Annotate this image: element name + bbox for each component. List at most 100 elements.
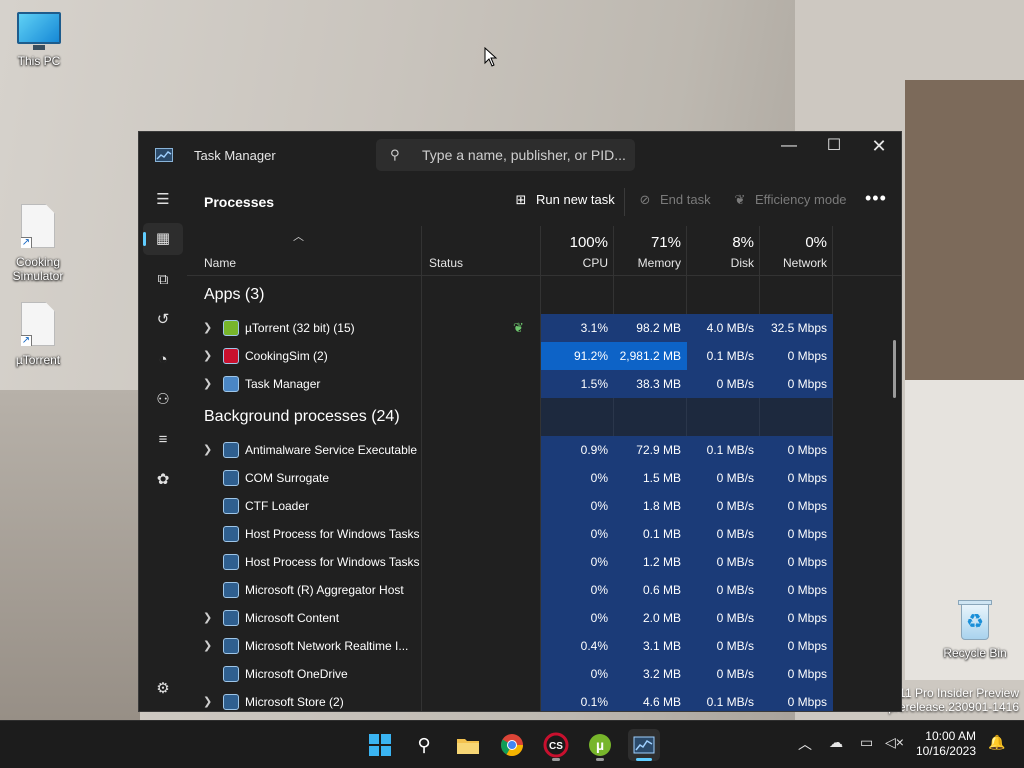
column-header-status[interactable]: Status: [429, 256, 463, 270]
memory-cell: 3.1 MB: [614, 632, 687, 660]
process-icon: [223, 666, 239, 682]
hamburger-menu-button[interactable]: ☰: [143, 184, 183, 216]
desktop-icon-label: µTorrent: [15, 353, 61, 367]
table-row[interactable]: ❯ µTorrent (32 bit) (15) ❦ 3.1% 98.2 MB 4.0 M…: [187, 314, 901, 342]
shortcut-file-icon: ↗: [21, 204, 55, 248]
table-row[interactable]: ❯ Microsoft Content 0% 2.0 MB 0 MB/s 0 Mbps: [187, 604, 901, 632]
search-icon: ⚲: [417, 735, 431, 755]
table-row[interactable]: ❯ Microsoft Network Realtime I... 0.4% 3.1 …: [187, 632, 901, 660]
title-bar[interactable]: Task Manager ⚲ Type a name, publisher, o…: [139, 132, 901, 178]
process-rows: Apps (3) Background processes (24) ❯ µTor…: [187, 276, 901, 711]
sort-caret-icon: ︿: [293, 231, 304, 243]
memory-header-label: Memory: [637, 256, 681, 270]
taskbar-cookingsim[interactable]: CS: [540, 729, 572, 761]
taskbar-task-manager[interactable]: [628, 729, 660, 761]
taskbar-chrome[interactable]: [496, 729, 528, 761]
chevron-right-icon[interactable]: ❯: [203, 321, 212, 334]
disk-cell: 0 MB/s: [687, 492, 760, 520]
nav-processes[interactable]: ▦: [143, 223, 183, 255]
nav-details[interactable]: ≡: [143, 424, 183, 456]
table-row[interactable]: Microsoft (R) Aggregator Host 0% 0.6 MB 0 M…: [187, 576, 901, 604]
memory-cell: 0.6 MB: [614, 576, 687, 604]
chevron-right-icon[interactable]: ❯: [203, 695, 212, 708]
desktop-icon-recycle-bin[interactable]: ♻ Recycle Bin: [940, 598, 1010, 660]
network-cell: 0 Mbps: [760, 688, 833, 711]
taskbar-file-explorer[interactable]: [452, 729, 484, 761]
desktop-icon-this-pc[interactable]: This PC: [7, 12, 71, 68]
maximize-button[interactable]: ☐: [811, 132, 857, 160]
table-row[interactable]: ❯ Task Manager 1.5% 38.3 MB 0 MB/s 0 Mbps: [187, 370, 901, 398]
cpu-cell: 0.9%: [541, 436, 614, 464]
nav-users[interactable]: ⚇: [143, 384, 183, 416]
process-name: Microsoft Network Realtime I...: [245, 639, 409, 653]
search-input[interactable]: ⚲ Type a name, publisher, or PID...: [376, 139, 635, 171]
chevron-right-icon[interactable]: ❯: [203, 349, 212, 362]
process-name: Microsoft (R) Aggregator Host: [245, 583, 404, 597]
column-header-disk[interactable]: 8% Disk: [687, 226, 760, 276]
column-header-name[interactable]: Name: [204, 256, 236, 270]
column-header-memory[interactable]: 71% Memory: [614, 226, 687, 276]
process-icon: [223, 348, 239, 364]
nav-app-history[interactable]: ↺: [143, 304, 183, 336]
close-button[interactable]: ✕: [856, 132, 901, 160]
network-cell: 0 Mbps: [760, 632, 833, 660]
chevron-right-icon[interactable]: ❯: [203, 611, 212, 624]
tray-onedrive[interactable]: ☁: [829, 734, 843, 751]
taskbar-search-button[interactable]: ⚲: [408, 729, 440, 761]
chevron-right-icon[interactable]: ❯: [203, 443, 212, 456]
column-header-network[interactable]: 0% Network: [760, 226, 833, 276]
taskbar-utorrent[interactable]: µ: [584, 729, 616, 761]
efficiency-mode-button[interactable]: ❦ Efficiency mode: [731, 192, 847, 208]
watermark-line: prerelease.230901-1416: [888, 700, 1019, 714]
memory-cell: 0.1 MB: [614, 520, 687, 548]
network-cell: 0 Mbps: [760, 520, 833, 548]
process-icon: [223, 376, 239, 392]
column-header-cpu[interactable]: 100% CPU: [541, 226, 614, 276]
nav-settings[interactable]: ⚙: [143, 673, 183, 705]
notifications-button[interactable]: 🔔: [988, 734, 1005, 751]
nav-services[interactable]: ✿: [143, 464, 183, 496]
table-row[interactable]: ❯ CookingSim (2) 91.2% 2,981.2 MB 0.1 MB/s 0 …: [187, 342, 901, 370]
table-row[interactable]: Host Process for Windows Tasks 0% 0.1 MB 0 …: [187, 520, 901, 548]
nav-startup-apps[interactable]: ◔: [143, 344, 183, 376]
chevron-right-icon[interactable]: ❯: [203, 377, 212, 390]
process-name: COM Surrogate: [245, 471, 330, 485]
task-manager-app-icon: [155, 148, 173, 162]
process-name: Host Process for Windows Tasks: [245, 555, 420, 569]
vertical-scrollbar-thumb[interactable]: [893, 340, 896, 398]
start-button[interactable]: [364, 729, 396, 761]
minimize-button[interactable]: —: [766, 132, 812, 160]
running-indicator: [552, 758, 560, 761]
nav-performance[interactable]: ⧉: [143, 264, 183, 296]
cloud-icon: ☁: [829, 734, 843, 750]
tray-volume[interactable]: ◁×: [885, 734, 904, 751]
run-new-task-button[interactable]: ⊞ Run new task: [512, 192, 615, 208]
group-header-background: Background processes (24): [204, 408, 400, 425]
tray-network[interactable]: ▭: [860, 734, 873, 751]
more-options-button[interactable]: •••: [865, 188, 887, 209]
network-cell: 0 Mbps: [760, 660, 833, 688]
disk-cell: 0 MB/s: [687, 660, 760, 688]
efficiency-mode-label: Efficiency mode: [755, 192, 847, 207]
svg-text:µ: µ: [596, 737, 604, 753]
process-name: CTF Loader: [245, 499, 310, 513]
process-icon: [223, 526, 239, 542]
table-row[interactable]: Microsoft OneDrive 0% 3.2 MB 0 MB/s 0 Mbps: [187, 660, 901, 688]
table-row[interactable]: COM Surrogate 0% 1.5 MB 0 MB/s 0 Mbps: [187, 464, 901, 492]
table-header: ︿ Name Status 100% CPU 71% Memory 8% Dis…: [187, 226, 901, 276]
desktop-icon-cooking-simulator[interactable]: ↗ Cooking Simulator: [6, 204, 70, 283]
show-hidden-icons-button[interactable]: ︿: [798, 734, 812, 754]
table-row[interactable]: ❯ Microsoft Store (2) 0.1% 4.6 MB 0.1 MB/s 0 …: [187, 688, 901, 711]
desktop-icon-label: This PC: [17, 54, 61, 68]
desktop-icon-utorrent[interactable]: ↗ µTorrent: [6, 302, 70, 367]
cpu-cell: 0%: [541, 492, 614, 520]
clock[interactable]: 10:00 AM 10/16/2023: [916, 729, 976, 759]
table-row[interactable]: ❯ Antimalware Service Executable 0.9% 72.9 …: [187, 436, 901, 464]
network-cell: 0 Mbps: [760, 604, 833, 632]
end-task-button[interactable]: ⊘ End task: [636, 192, 711, 208]
table-row[interactable]: Host Process for Windows Tasks 0% 1.2 MB 0 …: [187, 548, 901, 576]
chevron-right-icon[interactable]: ❯: [203, 639, 212, 652]
process-name: Antimalware Service Executable: [245, 443, 418, 457]
folder-icon: [457, 739, 479, 754]
table-row[interactable]: CTF Loader 0% 1.8 MB 0 MB/s 0 Mbps: [187, 492, 901, 520]
